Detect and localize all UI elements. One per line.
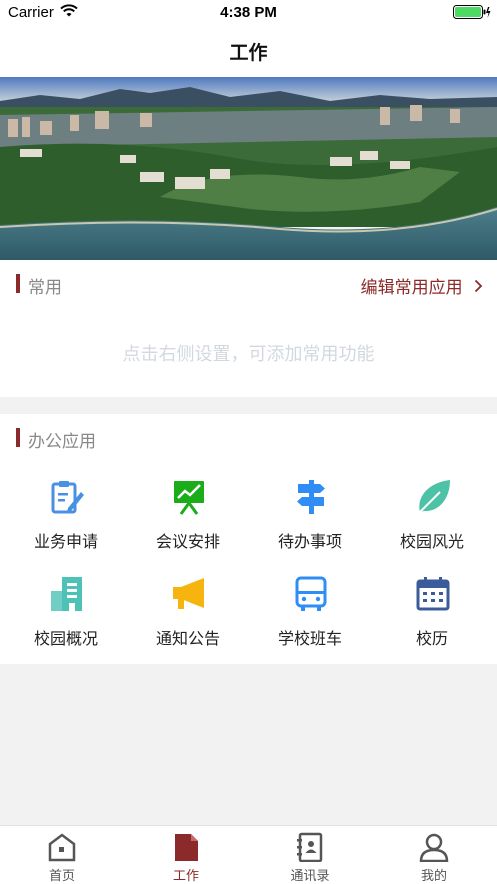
signpost-icon	[292, 478, 330, 516]
user-icon	[419, 832, 449, 863]
office-section-title: 办公应用	[28, 432, 96, 452]
tab-label: 工作	[172, 869, 199, 884]
tab-bar: 首页 工作 通讯录 我的	[0, 825, 497, 884]
app-label: 通知公告	[155, 629, 220, 648]
app-school-calendar[interactable]: 校历	[370, 569, 494, 659]
app-label: 会议安排	[155, 532, 220, 551]
campus-banner-image[interactable]	[0, 77, 497, 260]
app-label: 待办事项	[277, 532, 342, 551]
contacts-book-icon	[295, 832, 325, 863]
calendar-icon	[414, 575, 452, 613]
app-label: 校园概况	[33, 629, 98, 648]
edit-document-icon	[48, 478, 86, 516]
office-apps-section: 办公应用 业务申请 会议安排 待办事项 校园风光 校园概况 通知公告 学校班车 …	[0, 414, 497, 664]
bus-icon	[292, 575, 330, 613]
building-icon	[48, 575, 86, 613]
chevron-right-icon	[474, 278, 483, 298]
page-title: 工作	[229, 42, 268, 64]
tab-contacts[interactable]: 通讯录	[248, 826, 372, 884]
home-icon	[47, 832, 77, 862]
frequent-section-title: 常用	[28, 278, 62, 298]
status-bar: Carrier 4:38 PM	[0, 0, 497, 26]
edit-frequent-apps-label: 编辑常用应用	[360, 278, 463, 298]
app-campus-overview[interactable]: 校园概况	[4, 569, 128, 659]
leaf-icon	[414, 478, 452, 516]
app-label: 校历	[415, 629, 448, 648]
tab-work[interactable]: 工作	[124, 826, 248, 884]
frequent-section: 常用 编辑常用应用 点击右侧设置，可添加常用功能	[0, 260, 497, 397]
app-meeting-arrangement[interactable]: 会议安排	[126, 472, 250, 562]
app-label: 业务申请	[33, 532, 98, 551]
app-label: 校园风光	[399, 532, 464, 551]
tab-label: 通讯录	[290, 869, 330, 884]
tab-label: 首页	[48, 869, 75, 884]
nav-bar: 工作	[0, 26, 497, 77]
tab-label: 我的	[420, 869, 447, 884]
battery-icon	[453, 5, 491, 25]
clock: 4:38 PM	[220, 4, 277, 21]
tab-me[interactable]: 我的	[372, 826, 496, 884]
presentation-board-icon	[170, 478, 208, 516]
app-notices[interactable]: 通知公告	[126, 569, 250, 659]
app-todo-items[interactable]: 待办事项	[248, 472, 372, 562]
tab-home[interactable]: 首页	[0, 826, 124, 884]
empty-frequent-hint: 点击右侧设置，可添加常用功能	[122, 344, 375, 365]
app-label: 学校班车	[277, 629, 342, 648]
app-school-bus[interactable]: 学校班车	[248, 569, 372, 659]
edit-frequent-apps-link[interactable]: 编辑常用应用	[361, 273, 483, 298]
megaphone-icon	[170, 575, 208, 613]
document-icon	[171, 832, 201, 862]
app-campus-scenery[interactable]: 校园风光	[370, 472, 494, 562]
app-business-application[interactable]: 业务申请	[4, 472, 128, 562]
section-accent-bar	[16, 428, 20, 447]
section-accent-bar	[16, 274, 20, 293]
